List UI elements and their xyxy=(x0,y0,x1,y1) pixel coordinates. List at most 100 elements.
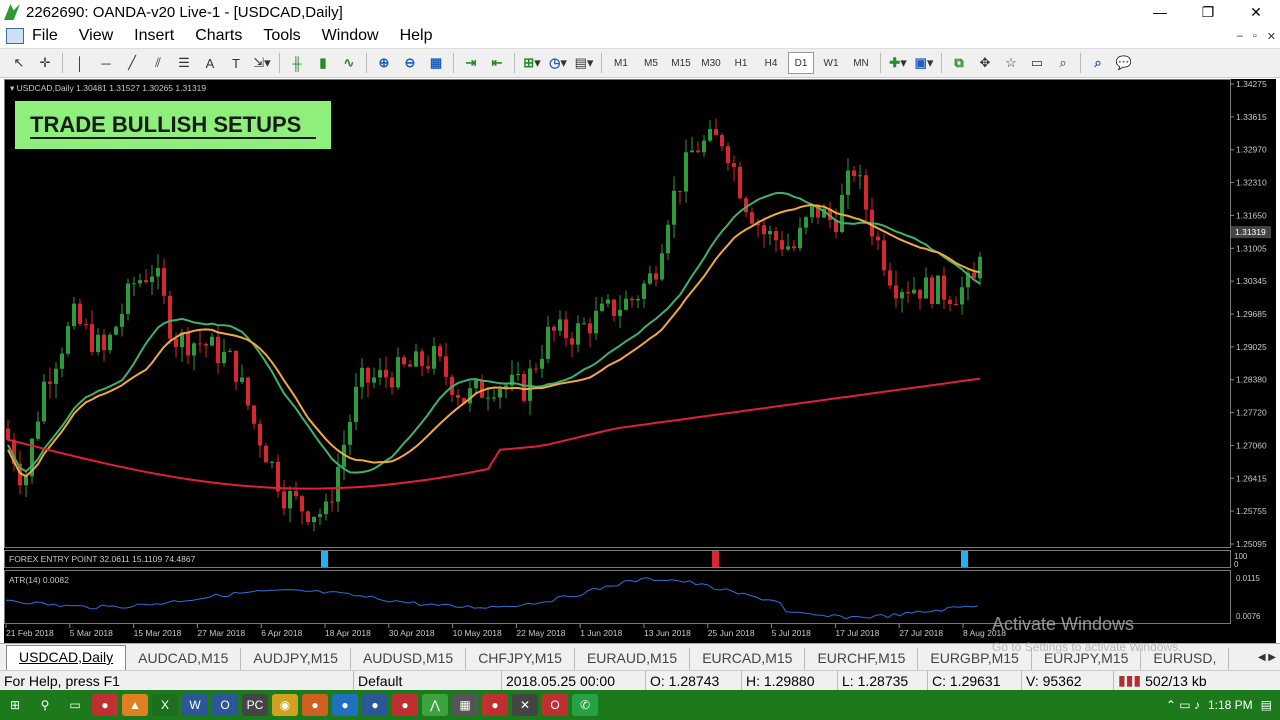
tab-audjpy-m15[interactable]: AUDJPY,M15 xyxy=(241,648,351,670)
app-taskbar-icon[interactable]: O xyxy=(542,694,568,716)
timeframe-m15[interactable]: M15 xyxy=(668,52,694,74)
indicators-icon[interactable]: ⊞ ▾ xyxy=(521,52,543,74)
arrows-icon[interactable]: ⇲▾ xyxy=(251,52,273,74)
timeframe-d1[interactable]: D1 xyxy=(788,52,814,74)
tab-eurchf-m15[interactable]: EURCHF,M15 xyxy=(805,648,919,670)
timeframe-m1[interactable]: M1 xyxy=(608,52,634,74)
app-taskbar-icon[interactable]: ▦ xyxy=(452,694,478,716)
price-chart[interactable]: 1.34275 1.33615 1.32970 1.32310 1.31650 1.310… xyxy=(4,79,1276,643)
close-button[interactable]: ✕ xyxy=(1232,0,1280,24)
tab-usdcad-daily[interactable]: USDCAD,Daily xyxy=(6,645,127,670)
menu-insert[interactable]: Insert xyxy=(134,27,174,45)
chat-icon[interactable]: 💬 xyxy=(1113,52,1135,74)
zoom-out-icon[interactable]: ⊖ xyxy=(399,52,421,74)
tray-icons[interactable]: ⌃ ▭ ♪ xyxy=(1166,698,1200,712)
app-taskbar-icon[interactable]: ● xyxy=(92,694,118,716)
trendline-icon[interactable]: ╱ xyxy=(121,52,143,74)
horizontal-line-icon[interactable]: ─ xyxy=(95,52,117,74)
clock[interactable]: 1:18 PM xyxy=(1208,698,1253,712)
timeframe-w1[interactable]: W1 xyxy=(818,52,844,74)
templates-icon[interactable]: ▤▾ xyxy=(573,52,595,74)
timeframe-m30[interactable]: M30 xyxy=(698,52,724,74)
tab-audcad-m15[interactable]: AUDCAD,M15 xyxy=(126,648,242,670)
app-taskbar-icon[interactable]: X xyxy=(152,694,178,716)
candle-body xyxy=(762,225,766,235)
metatrader-taskbar-icon[interactable]: ⋀ xyxy=(422,694,448,716)
autoscroll-icon[interactable]: ⇥ xyxy=(460,52,482,74)
app-taskbar-icon[interactable]: ● xyxy=(482,694,508,716)
bar-chart-icon[interactable]: ╫ xyxy=(286,52,308,74)
data-window-icon[interactable]: ☆ xyxy=(1000,52,1022,74)
cursor-icon[interactable]: ↖ xyxy=(8,52,30,74)
app-taskbar-icon[interactable]: ● xyxy=(302,694,328,716)
menu-view[interactable]: View xyxy=(79,27,113,45)
toolbar-separator xyxy=(366,53,367,73)
date-label: 18 Apr 2018 xyxy=(325,628,371,638)
fibonacci-icon[interactable]: ☰ xyxy=(173,52,195,74)
new-order-icon[interactable]: ✚ ▾ xyxy=(887,52,909,74)
search-icon[interactable]: ⌕ xyxy=(1087,52,1109,74)
chrome-icon[interactable]: ◉ xyxy=(272,694,298,716)
crosshair-icon[interactable]: ✛ xyxy=(34,52,56,74)
timeframe-m5[interactable]: M5 xyxy=(638,52,664,74)
app-taskbar-icon[interactable]: ● xyxy=(332,694,358,716)
app-taskbar-icon[interactable]: ● xyxy=(392,694,418,716)
candlestick-icon[interactable]: ▮ xyxy=(312,52,334,74)
app-taskbar-icon[interactable]: ✕ xyxy=(512,694,538,716)
terminal-icon[interactable]: ▭ xyxy=(1026,52,1048,74)
app-taskbar-icon[interactable]: W xyxy=(182,694,208,716)
new-chart-icon[interactable]: ▣ ▾ xyxy=(913,52,935,74)
candle-body xyxy=(252,405,256,424)
menu-tools[interactable]: Tools xyxy=(263,27,300,45)
channel-icon[interactable]: ⫽ xyxy=(147,52,169,74)
text-label-icon[interactable]: T xyxy=(225,52,247,74)
app-taskbar-icon[interactable]: ▲ xyxy=(122,694,148,716)
mdi-close-button[interactable]: ✕ xyxy=(1267,30,1276,43)
mdi-restore-button[interactable]: ▫ xyxy=(1253,30,1257,43)
strategy-tester-icon[interactable]: ⌕ xyxy=(1052,52,1074,74)
notifications-icon[interactable]: ▤ xyxy=(1261,698,1272,712)
maximize-button[interactable]: ❐ xyxy=(1184,0,1232,24)
app-taskbar-icon[interactable]: O xyxy=(212,694,238,716)
zoom-in-icon[interactable]: ⊕ xyxy=(373,52,395,74)
whatsapp-icon[interactable]: ✆ xyxy=(572,694,598,716)
menu-window[interactable]: Window xyxy=(322,27,379,45)
start-icon[interactable]: ⊞ xyxy=(2,694,28,716)
candle-body xyxy=(396,357,400,388)
task-view-icon[interactable]: ▭ xyxy=(62,694,88,716)
navigator-icon[interactable]: ✥ xyxy=(974,52,996,74)
price-label: 1.29025 xyxy=(1236,342,1267,352)
toolbar: ↖ ✛ │ ─ ╱ ⫽ ☰ A T ⇲▾ ╫ ▮ ∿ ⊕ ⊖ ▦ ⇥ ⇤ ⊞ ▾ … xyxy=(0,48,1280,78)
tab-euraud-m15[interactable]: EURAUD,M15 xyxy=(575,648,691,670)
tab-scroll-arrows[interactable]: ◀ ▶ xyxy=(1258,652,1276,663)
tab-chfjpy-m15[interactable]: CHFJPY,M15 xyxy=(466,648,575,670)
date-label: 5 Mar 2018 xyxy=(70,628,113,638)
traffic-value: 502/13 kb xyxy=(1145,672,1207,689)
candle-body xyxy=(6,428,10,440)
vertical-line-icon[interactable]: │ xyxy=(69,52,91,74)
app-taskbar-icon[interactable]: PC xyxy=(242,694,268,716)
candle-body xyxy=(726,146,730,164)
chart-shift-icon[interactable]: ⇤ xyxy=(486,52,508,74)
timeframe-h4[interactable]: H4 xyxy=(758,52,784,74)
menu-file[interactable]: File xyxy=(32,27,58,45)
metatrader-app-icon xyxy=(4,4,20,20)
line-chart-icon[interactable]: ∿ xyxy=(338,52,360,74)
menu-charts[interactable]: Charts xyxy=(195,27,242,45)
text-icon[interactable]: A xyxy=(199,52,221,74)
chart-window[interactable]: 1.34275 1.33615 1.32970 1.32310 1.31650 1.310… xyxy=(4,79,1276,643)
timeframe-h1[interactable]: H1 xyxy=(728,52,754,74)
candle-body xyxy=(324,501,328,515)
tile-windows-icon[interactable]: ▦ xyxy=(425,52,447,74)
mdi-minimize-button[interactable]: – xyxy=(1237,30,1243,43)
tab-audusd-m15[interactable]: AUDUSD,M15 xyxy=(351,648,467,670)
tab-eurcad-m15[interactable]: EURCAD,M15 xyxy=(690,648,806,670)
chart-window-icon[interactable] xyxy=(6,28,24,44)
menu-help[interactable]: Help xyxy=(400,27,433,45)
periods-icon[interactable]: ◷ ▾ xyxy=(547,52,569,74)
timeframe-mn[interactable]: MN xyxy=(848,52,874,74)
app-taskbar-icon[interactable]: ● xyxy=(362,694,388,716)
market-watch-icon[interactable]: ⧉ xyxy=(948,52,970,74)
search-taskbar-icon[interactable]: ⚲ xyxy=(32,694,58,716)
minimize-button[interactable]: — xyxy=(1136,0,1184,24)
